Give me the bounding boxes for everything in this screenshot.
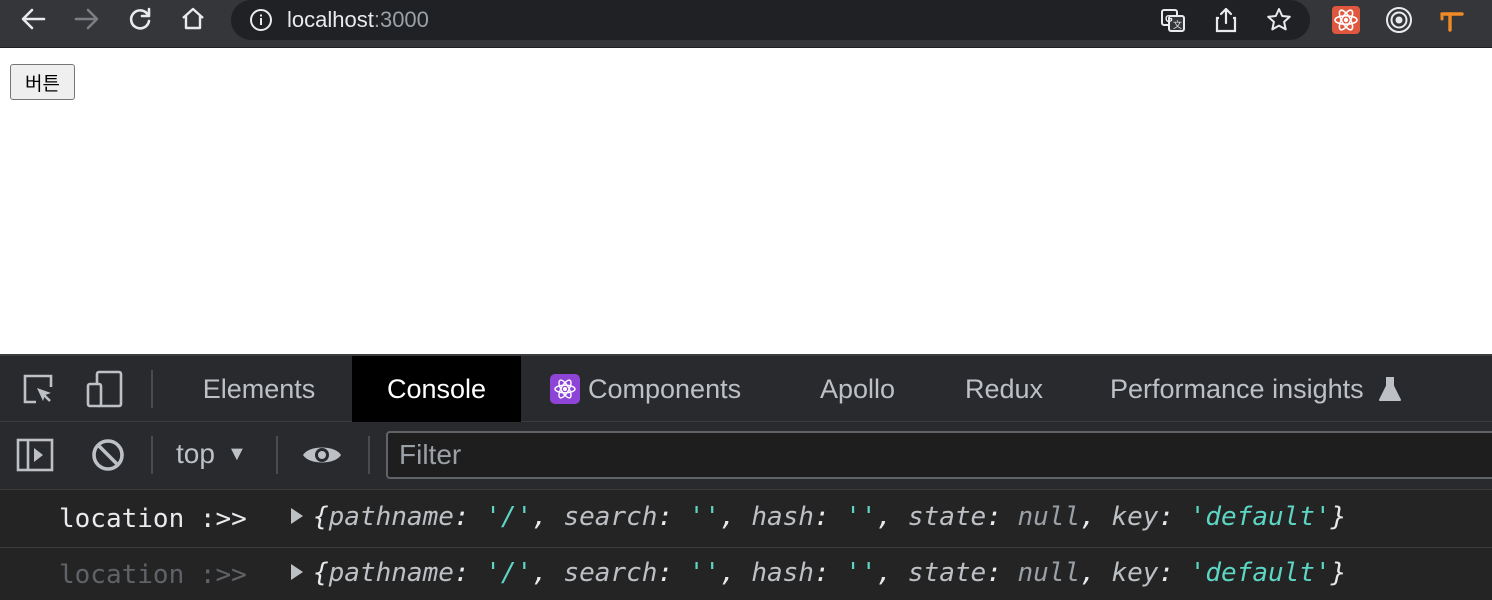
back-icon[interactable] — [15, 4, 51, 34]
url-host: localhost — [287, 7, 374, 32]
devtools-tab-bar: Elements Console Components Apollo Redux… — [0, 356, 1492, 422]
wappalyzer-extension-icon[interactable] — [1437, 5, 1467, 35]
filter-input[interactable] — [386, 431, 1492, 479]
tab-console[interactable]: Console — [352, 356, 521, 422]
obj-value: 'default' — [1189, 558, 1331, 588]
log-label: location :>> — [59, 504, 247, 534]
target-extension-icon[interactable] — [1384, 5, 1414, 35]
obj-key: state — [907, 502, 987, 532]
react-devtools-extension-icon[interactable] — [1331, 5, 1361, 35]
address-bar[interactable]: localhost:3000 G文 — [231, 0, 1310, 40]
toolbar-divider — [151, 370, 153, 408]
clear-console-icon[interactable] — [87, 434, 129, 476]
console-log-row: location :>> {pathname: '/', search: '',… — [0, 492, 1492, 548]
obj-key: hash — [751, 502, 814, 532]
tab-components[interactable]: Components — [550, 356, 741, 422]
browser-toolbar: localhost:3000 G文 — [0, 0, 1492, 48]
translate-icon[interactable]: G文 — [1159, 6, 1187, 34]
inspect-element-icon[interactable] — [17, 368, 59, 410]
obj-key: search — [563, 558, 658, 588]
devtools-panel: Elements Console Components Apollo Redux… — [0, 354, 1492, 600]
log-label: location :>> — [59, 560, 247, 590]
toolbar-divider — [151, 436, 153, 474]
sidebar-toggle-icon[interactable] — [14, 434, 56, 476]
context-value: top — [176, 438, 215, 469]
reload-icon[interactable] — [122, 4, 158, 34]
tab-redux[interactable]: Redux — [965, 356, 1043, 422]
tab-performance-insights[interactable]: Performance insights — [1110, 356, 1402, 422]
tab-elements[interactable]: Elements — [175, 356, 343, 422]
obj-value: '/' — [485, 502, 533, 532]
toolbar-divider — [276, 436, 278, 474]
tab-components-label: Components — [588, 373, 742, 404]
obj-value: null — [1017, 558, 1081, 588]
expand-triangle-icon[interactable] — [291, 508, 303, 524]
console-toolbar: top ▼ — [0, 422, 1492, 490]
live-expression-eye-icon[interactable] — [301, 434, 343, 476]
page-viewport: 버튼 — [0, 49, 1492, 354]
log-object[interactable]: {pathname: '/', search: '', hash: '', st… — [313, 502, 1346, 532]
context-select[interactable]: top ▼ — [176, 432, 247, 476]
toolbar-divider — [368, 436, 370, 474]
obj-key: hash — [751, 558, 814, 588]
obj-value: '' — [845, 502, 877, 532]
bookmark-star-icon[interactable] — [1265, 6, 1293, 34]
site-info-icon[interactable] — [249, 8, 273, 32]
device-toolbar-icon[interactable] — [83, 368, 125, 410]
obj-value: '' — [688, 502, 721, 532]
obj-key: state — [907, 558, 987, 588]
url-text: localhost:3000 — [287, 7, 429, 33]
obj-key: pathname — [328, 502, 454, 532]
expand-triangle-icon[interactable] — [291, 564, 303, 580]
tab-apollo[interactable]: Apollo — [820, 356, 895, 422]
svg-text:文: 文 — [1173, 19, 1182, 30]
obj-value: 'default' — [1189, 502, 1331, 532]
obj-key: search — [563, 502, 658, 532]
share-icon[interactable] — [1212, 6, 1240, 34]
obj-key: key — [1111, 558, 1159, 588]
obj-value: '/' — [485, 558, 533, 588]
obj-value: '' — [688, 558, 721, 588]
tab-performance-insights-label: Performance insights — [1110, 373, 1364, 404]
obj-key: key — [1111, 502, 1159, 532]
obj-value: '' — [845, 558, 877, 588]
page-button[interactable]: 버튼 — [10, 64, 75, 100]
obj-value: null — [1017, 502, 1081, 532]
log-object[interactable]: {pathname: '/', search: '', hash: '', st… — [313, 558, 1346, 588]
dropdown-caret-icon: ▼ — [226, 442, 247, 465]
experiment-flask-icon — [1378, 376, 1402, 402]
react-icon — [550, 374, 580, 404]
console-log-row: location :>> {pathname: '/', search: '',… — [0, 548, 1492, 600]
svg-text:G: G — [1165, 14, 1173, 25]
url-port: :3000 — [373, 7, 429, 32]
home-icon[interactable] — [175, 4, 211, 34]
forward-icon[interactable] — [69, 4, 105, 34]
obj-key: pathname — [328, 558, 454, 588]
